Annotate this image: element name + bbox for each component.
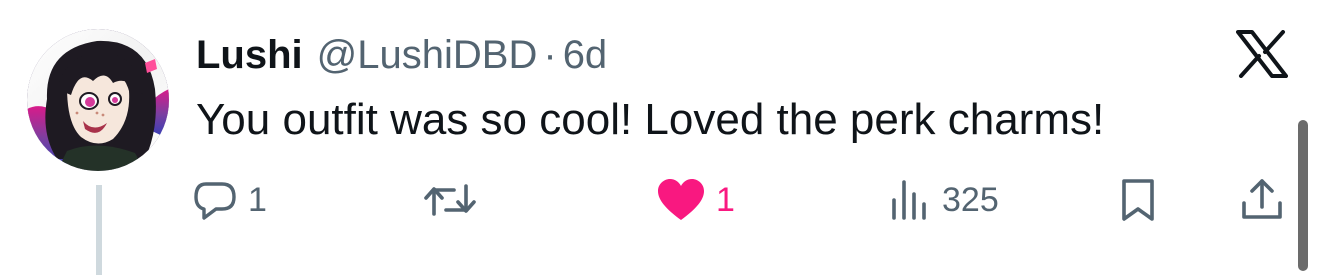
heart-icon [656,178,706,222]
share-icon [1238,177,1286,223]
avatar-image [27,29,169,171]
bookmark-icon [1116,177,1160,223]
separator-dot: · [543,33,557,77]
scrollbar[interactable] [1298,120,1308,271]
views-icon [888,178,932,222]
like-button[interactable]: 1 [656,176,735,224]
author-handle[interactable]: @LushiDBD [317,30,538,80]
post-header: Lushi @LushiDBD · 6d [196,30,607,80]
post-time[interactable]: 6d [563,30,608,80]
share-button[interactable] [1238,176,1286,224]
reply-icon [192,178,238,222]
bookmark-button[interactable] [1116,176,1160,224]
x-logo-icon [1236,30,1288,78]
reply-count: 1 [248,180,267,219]
views-count: 325 [942,180,999,219]
like-count: 1 [716,180,735,219]
thread-line [96,185,102,275]
post-text: You outfit was so cool! Loved the perk c… [196,95,1105,144]
author-name[interactable]: Lushi [196,30,303,80]
views-button[interactable]: 325 [888,176,999,224]
avatar[interactable] [27,29,169,171]
reply-button[interactable]: 1 [192,176,267,224]
retweet-icon [422,178,478,222]
retweet-button[interactable] [422,176,488,224]
